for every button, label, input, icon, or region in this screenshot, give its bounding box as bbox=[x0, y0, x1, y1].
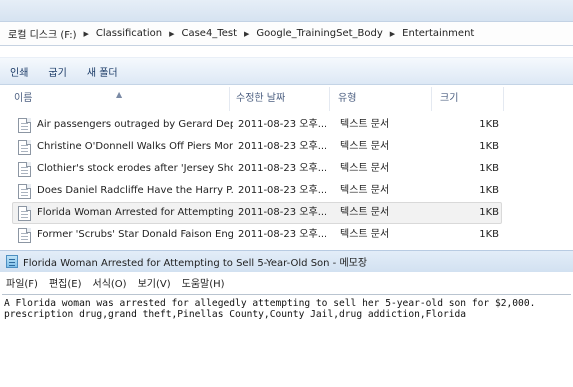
breadcrumb-entertainment[interactable]: Entertainment bbox=[400, 28, 476, 39]
file-size: 1KB bbox=[479, 229, 499, 240]
column-header-size-label: 크기 bbox=[440, 93, 459, 104]
breadcrumb-case4-test[interactable]: Case4_Test bbox=[179, 28, 239, 39]
file-row[interactable]: Clothier's stock erodes after 'Jersey Sh… bbox=[12, 158, 502, 180]
column-header-name[interactable]: ▲ 이름 bbox=[0, 87, 230, 111]
file-name: Christine O'Donnell Walks Off Piers Mor.… bbox=[37, 141, 233, 152]
breadcrumb-drive[interactable]: 로컬 디스크 (F:) bbox=[6, 26, 79, 41]
file-type: 텍스트 문서 bbox=[340, 229, 390, 240]
command-bar: 인쇄 굽기 새 폴더 bbox=[0, 57, 573, 85]
column-header-modified[interactable]: 수정한 날짜 bbox=[232, 87, 330, 111]
file-name: Does Daniel Radcliffe Have the Harry P..… bbox=[37, 185, 233, 196]
menu-help[interactable]: 도움말(H) bbox=[180, 275, 227, 290]
explorer-window: 로컬 디스크 (F:) ▶ Classification ▶ Case4_Tes… bbox=[0, 0, 573, 250]
text-file-icon bbox=[18, 140, 31, 155]
notepad-title-bar[interactable]: Florida Woman Arrested for Attempting to… bbox=[0, 250, 573, 272]
file-name: Clothier's stock erodes after 'Jersey Sh… bbox=[37, 163, 233, 174]
menu-file[interactable]: 파일(F) bbox=[4, 275, 40, 290]
text-file-icon bbox=[18, 162, 31, 177]
print-button[interactable]: 인쇄 bbox=[10, 64, 28, 79]
chevron-right-icon[interactable]: ▶ bbox=[385, 30, 400, 38]
chevron-right-icon[interactable]: ▶ bbox=[79, 30, 94, 38]
file-type: 텍스트 문서 bbox=[340, 207, 390, 218]
explorer-title-strip bbox=[0, 0, 573, 22]
file-row-selected[interactable]: Florida Woman Arrested for Attempting...… bbox=[12, 202, 502, 224]
burn-button[interactable]: 굽기 bbox=[48, 64, 66, 79]
notepad-window: Florida Woman Arrested for Attempting to… bbox=[0, 250, 573, 387]
file-name: Air passengers outraged by Gerard Depa..… bbox=[37, 119, 233, 130]
menu-format[interactable]: 서식(O) bbox=[91, 275, 129, 290]
file-size: 1KB bbox=[479, 207, 499, 218]
breadcrumb-classification[interactable]: Classification bbox=[94, 28, 164, 39]
notepad-text-line: prescription drug,grand theft,Pinellas C… bbox=[4, 309, 467, 320]
file-name: Former 'Scrubs' Star Donald Faison Eng..… bbox=[37, 229, 233, 240]
column-header-name-label: 이름 bbox=[14, 93, 33, 104]
file-size: 1KB bbox=[479, 163, 499, 174]
notepad-menu-bar: 파일(F) 편집(E) 서식(O) 보기(V) 도움말(H) bbox=[0, 273, 573, 292]
file-modified: 2011-08-23 오후... bbox=[238, 119, 326, 130]
column-header-size[interactable]: 크기 bbox=[436, 87, 504, 111]
file-modified: 2011-08-23 오후... bbox=[238, 163, 326, 174]
breadcrumb-training-set[interactable]: Google_TrainingSet_Body bbox=[254, 28, 384, 39]
sort-up-icon: ▲ bbox=[116, 90, 123, 99]
address-bar[interactable]: 로컬 디스크 (F:) ▶ Classification ▶ Case4_Tes… bbox=[0, 22, 573, 46]
notepad-icon bbox=[6, 255, 18, 268]
column-header-modified-label: 수정한 날짜 bbox=[236, 93, 286, 104]
new-folder-button[interactable]: 새 폴더 bbox=[87, 64, 118, 79]
file-row[interactable]: Air passengers outraged by Gerard Depa..… bbox=[12, 114, 502, 136]
column-header-type-label: 유형 bbox=[338, 93, 357, 104]
file-type: 텍스트 문서 bbox=[340, 185, 390, 196]
file-size: 1KB bbox=[479, 141, 499, 152]
file-modified: 2011-08-23 오후... bbox=[238, 229, 326, 240]
file-modified: 2011-08-23 오후... bbox=[238, 207, 326, 218]
file-modified: 2011-08-23 오후... bbox=[238, 141, 326, 152]
file-type: 텍스트 문서 bbox=[340, 141, 390, 152]
file-name: Florida Woman Arrested for Attempting... bbox=[37, 207, 233, 218]
menu-edit[interactable]: 편집(E) bbox=[47, 275, 84, 290]
file-size: 1KB bbox=[479, 185, 499, 196]
file-row[interactable]: Christine O'Donnell Walks Off Piers Mor.… bbox=[12, 136, 502, 158]
column-header-row: ▲ 이름 수정한 날짜 유형 크기 bbox=[0, 87, 573, 111]
file-modified: 2011-08-23 오후... bbox=[238, 185, 326, 196]
menu-view[interactable]: 보기(V) bbox=[136, 275, 173, 290]
text-file-icon bbox=[18, 228, 31, 243]
file-type: 텍스트 문서 bbox=[340, 119, 390, 130]
notepad-text-area[interactable]: A Florida woman was arrested for alleged… bbox=[2, 294, 571, 387]
text-file-icon bbox=[18, 184, 31, 199]
text-file-icon bbox=[18, 206, 31, 221]
chevron-right-icon[interactable]: ▶ bbox=[164, 30, 179, 38]
notepad-text-line: A Florida woman was arrested for alleged… bbox=[4, 298, 536, 309]
notepad-title: Florida Woman Arrested for Attempting to… bbox=[23, 258, 368, 269]
chevron-right-icon[interactable]: ▶ bbox=[239, 30, 254, 38]
text-file-icon bbox=[18, 118, 31, 133]
column-header-type[interactable]: 유형 bbox=[334, 87, 432, 111]
file-size: 1KB bbox=[479, 119, 499, 130]
file-row[interactable]: Former 'Scrubs' Star Donald Faison Eng..… bbox=[12, 224, 502, 246]
file-type: 텍스트 문서 bbox=[340, 163, 390, 174]
file-row[interactable]: Does Daniel Radcliffe Have the Harry P..… bbox=[12, 180, 502, 202]
